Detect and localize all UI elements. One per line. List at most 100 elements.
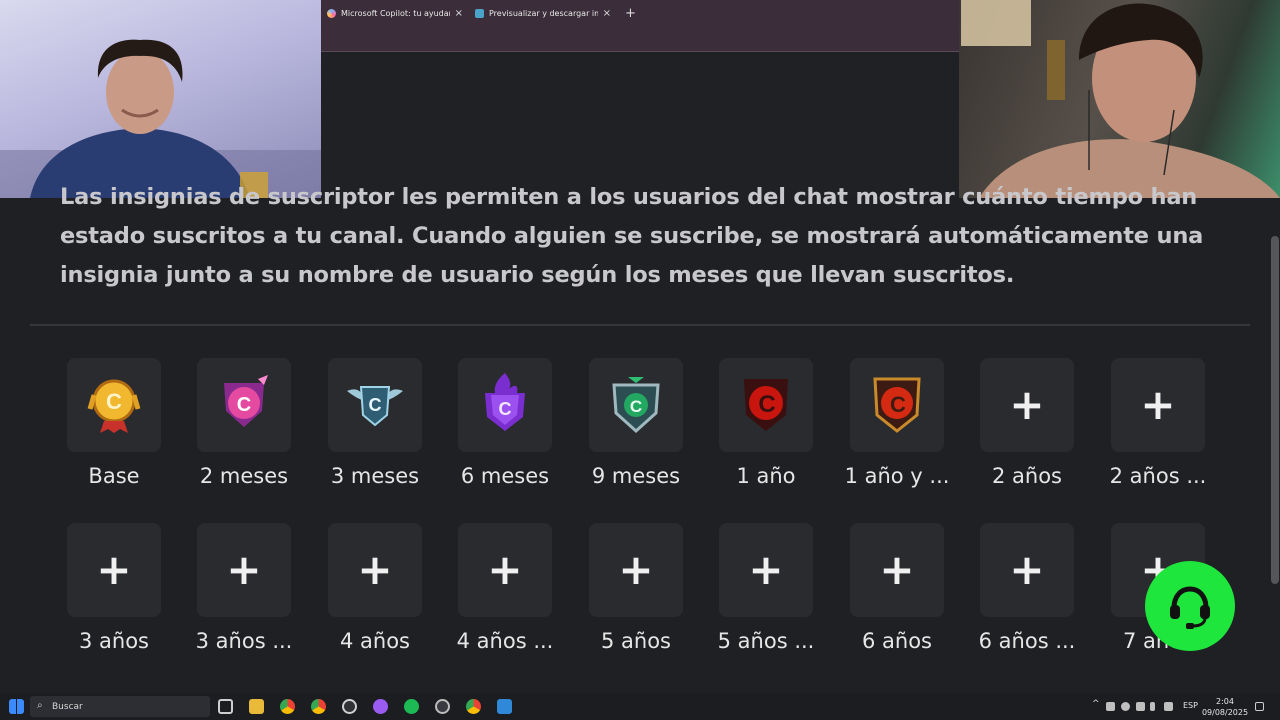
badge-label: 6 meses: [460, 464, 550, 488]
badge-image-button[interactable]: C: [67, 358, 161, 452]
badge-image-button[interactable]: C: [589, 358, 683, 452]
plus-icon: +: [1009, 380, 1045, 429]
microphone-icon[interactable]: [1150, 702, 1155, 711]
tab-preview-image[interactable]: Previsualizar y descargar imag ×: [469, 0, 617, 26]
badge-slot[interactable]: C 3 meses: [310, 358, 440, 508]
add-badge-button[interactable]: +: [980, 358, 1074, 452]
svg-text:C: C: [106, 389, 122, 414]
add-badge-slot[interactable]: +6 años ...: [962, 523, 1092, 673]
badge-slot[interactable]: C Base: [49, 358, 179, 508]
chrome-icon[interactable]: [280, 699, 295, 714]
add-badge-slot[interactable]: +5 años: [571, 523, 701, 673]
messenger-icon[interactable]: [373, 699, 388, 714]
add-badge-slot[interactable]: +2 años: [962, 358, 1092, 508]
add-badge-slot[interactable]: +4 años ...: [440, 523, 570, 673]
badge-slot[interactable]: C 9 meses: [571, 358, 701, 508]
badge-slot[interactable]: C 2 meses: [179, 358, 309, 508]
tray-chevron-icon[interactable]: ^: [1092, 699, 1101, 709]
browser-toolbar: [321, 26, 959, 52]
badge-slot[interactable]: C 1 año y ...: [832, 358, 962, 508]
add-badge-slot[interactable]: +3 años: [49, 523, 179, 673]
badge-image-button[interactable]: C: [197, 358, 291, 452]
badge-label: 3 años ...: [195, 629, 293, 653]
add-badge-slot[interactable]: +6 años: [832, 523, 962, 673]
pink-shield-badge-icon: C: [212, 371, 276, 439]
add-badge-slot[interactable]: +4 años: [310, 523, 440, 673]
spotify-icon[interactable]: [404, 699, 419, 714]
close-icon[interactable]: ×: [455, 8, 463, 19]
add-badge-button[interactable]: +: [980, 523, 1074, 617]
badge-label: 6 años: [861, 629, 932, 653]
badge-label: 4 años: [339, 629, 410, 653]
chrome-icon[interactable]: [466, 699, 481, 714]
task-view-icon[interactable]: [218, 699, 233, 714]
scrollbar-thumb[interactable]: [1271, 236, 1279, 584]
add-badge-slot[interactable]: +3 años ...: [179, 523, 309, 673]
plus-icon: +: [96, 545, 132, 594]
badge-image-button[interactable]: C: [328, 358, 422, 452]
support-chat-button[interactable]: [1145, 561, 1235, 651]
close-icon[interactable]: ×: [603, 8, 611, 19]
windows-taskbar: ⌕ Buscar ^ ESP 2:04 09/08/2025: [0, 693, 1280, 720]
badge-label: 9 meses: [591, 464, 681, 488]
tray-app-icon[interactable]: [1136, 702, 1145, 711]
add-badge-button[interactable]: +: [328, 523, 422, 617]
svg-text:C: C: [369, 395, 382, 415]
search-icon: ⌕: [37, 700, 43, 711]
webcam-left: [0, 0, 321, 198]
red-shield-badge-icon: C: [734, 371, 798, 439]
badge-label: Base: [88, 464, 140, 488]
badge-label: 1 año y ...: [844, 464, 950, 488]
add-badge-slot[interactable]: +2 años ...: [1093, 358, 1223, 508]
badge-label: 5 años ...: [717, 629, 815, 653]
add-badge-button[interactable]: +: [67, 523, 161, 617]
plus-icon: +: [1140, 380, 1176, 429]
tab-label: Previsualizar y descargar imag: [489, 8, 598, 18]
tray-app-icon[interactable]: [1106, 702, 1115, 711]
notifications-icon[interactable]: [1255, 702, 1264, 711]
badge-label: 5 años: [600, 629, 671, 653]
chrome-profile-icon[interactable]: [311, 699, 326, 714]
browser-window: Microsoft Copilot: tu ayudante × Previsu…: [321, 0, 959, 198]
add-badge-button[interactable]: +: [458, 523, 552, 617]
obs-icon[interactable]: [342, 699, 357, 714]
badge-slot[interactable]: C 1 año: [701, 358, 831, 508]
green-crest-badge-icon: C: [604, 371, 668, 439]
badge-label: 2 años ...: [1109, 464, 1207, 488]
webcam-right: [959, 0, 1280, 198]
file-explorer-icon[interactable]: [249, 699, 264, 714]
browser-content: [321, 53, 959, 198]
add-badge-slot[interactable]: +5 años ...: [701, 523, 831, 673]
badge-image-button[interactable]: C: [850, 358, 944, 452]
new-tab-icon[interactable]: +: [617, 6, 644, 21]
cloud-icon[interactable]: [1121, 702, 1130, 711]
windows-start-icon[interactable]: [9, 699, 24, 714]
badge-label: 2 meses: [199, 464, 289, 488]
input-language[interactable]: ESP: [1183, 701, 1198, 710]
taskbar-search-box[interactable]: ⌕ Buscar: [30, 696, 210, 717]
winged-shield-badge-icon: C: [343, 371, 407, 439]
svg-text:C: C: [499, 399, 512, 419]
tab-copilot[interactable]: Microsoft Copilot: tu ayudante ×: [321, 0, 469, 26]
badge-label: 1 año: [736, 464, 796, 488]
badge-image-button[interactable]: C: [719, 358, 813, 452]
red-gold-shield-badge-icon: C: [865, 371, 929, 439]
headset-icon: [1170, 586, 1210, 629]
photos-icon[interactable]: [497, 699, 512, 714]
badge-label: 6 años ...: [978, 629, 1076, 653]
taskbar-clock[interactable]: 2:04 09/08/2025: [1200, 696, 1250, 718]
add-badge-button[interactable]: +: [1111, 358, 1205, 452]
webcam-person-right: [961, 0, 1280, 198]
add-badge-button[interactable]: +: [197, 523, 291, 617]
volume-icon[interactable]: [1164, 702, 1173, 711]
add-badge-button[interactable]: +: [850, 523, 944, 617]
badge-image-button[interactable]: C: [458, 358, 552, 452]
plus-icon: +: [487, 545, 523, 594]
badge-label: 4 años ...: [456, 629, 554, 653]
add-badge-button[interactable]: +: [589, 523, 683, 617]
add-badge-button[interactable]: +: [719, 523, 813, 617]
app-icon[interactable]: [435, 699, 450, 714]
clock-time: 2:04: [1216, 697, 1234, 706]
badge-slot[interactable]: C 6 meses: [440, 358, 570, 508]
plus-icon: +: [748, 545, 784, 594]
